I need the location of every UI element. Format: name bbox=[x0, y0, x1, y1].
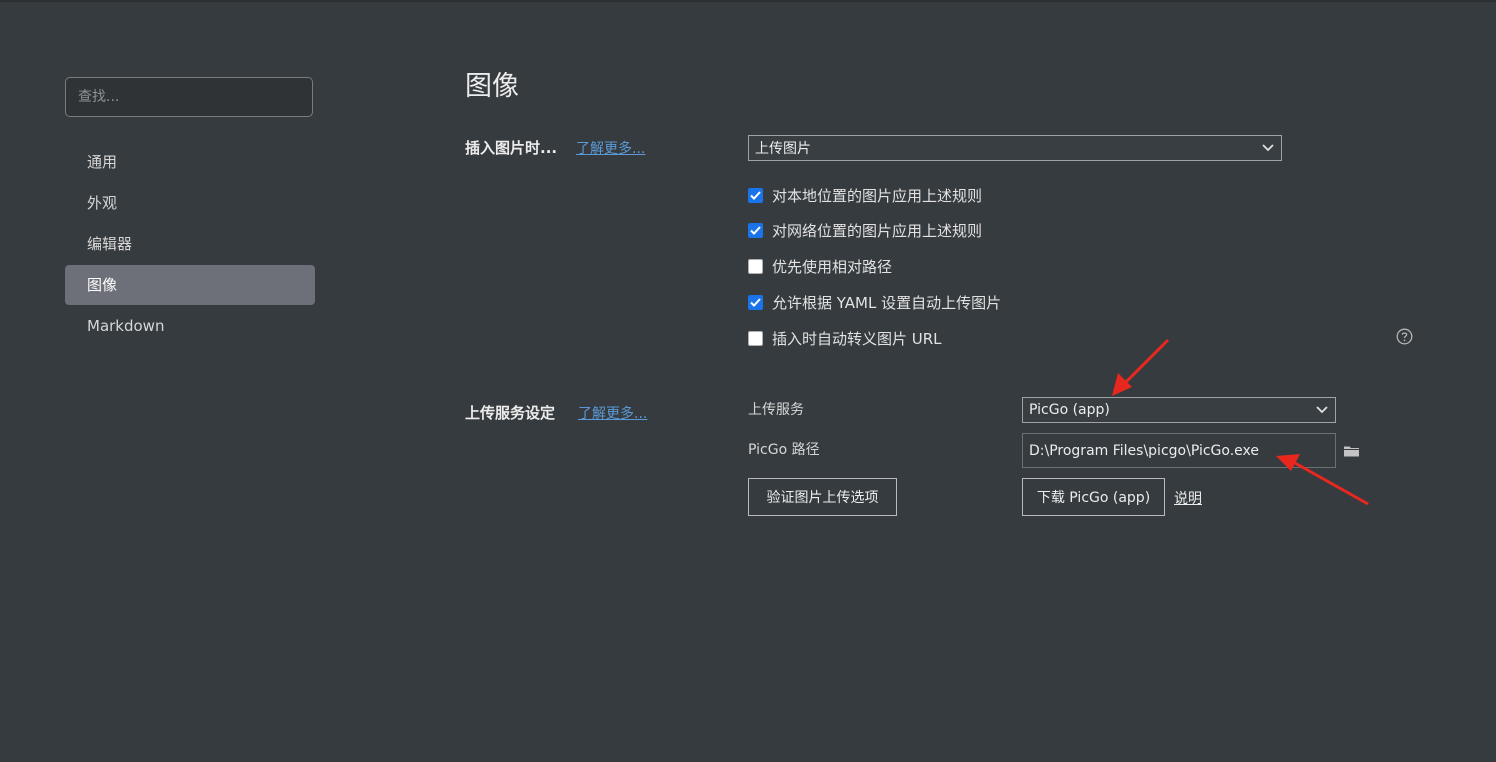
option-label: 插入时自动转义图片 URL bbox=[772, 329, 942, 348]
insert-learn-more-link[interactable]: 了解更多... bbox=[576, 138, 645, 158]
page-title: 图像 bbox=[465, 71, 519, 102]
checkbox-checked[interactable] bbox=[748, 294, 763, 310]
window-top-border bbox=[0, 0, 1496, 2]
option-label: 对本地位置的图片应用上述规则 bbox=[772, 186, 983, 205]
option-apply-network[interactable]: 对网络位置的图片应用上述规则 bbox=[748, 220, 982, 240]
picgo-path-input[interactable] bbox=[1022, 433, 1336, 468]
insert-section-label: 插入图片时... bbox=[465, 139, 558, 157]
check-icon bbox=[750, 297, 761, 307]
checkbox-unchecked[interactable] bbox=[748, 258, 763, 274]
checkbox-checked[interactable] bbox=[748, 187, 763, 203]
option-relative-path[interactable]: 优先使用相对路径 bbox=[748, 256, 892, 276]
sidebar-item-markdown[interactable]: Markdown bbox=[65, 306, 315, 346]
search-input[interactable] bbox=[65, 77, 313, 117]
check-icon bbox=[750, 225, 761, 235]
upload-learn-more-link[interactable]: 了解更多... bbox=[578, 403, 647, 423]
folder-icon[interactable] bbox=[1343, 444, 1360, 458]
help-link[interactable]: 说明 bbox=[1174, 488, 1202, 508]
insert-action-value: 上传图片 bbox=[755, 141, 811, 157]
upload-service-value: PicGo (app) bbox=[1029, 402, 1110, 418]
sidebar-item-image[interactable]: 图像 bbox=[65, 265, 315, 305]
option-apply-local[interactable]: 对本地位置的图片应用上述规则 bbox=[748, 185, 982, 205]
insert-action-select[interactable]: 上传图片 bbox=[748, 135, 1282, 161]
option-label: 对网络位置的图片应用上述规则 bbox=[772, 221, 983, 240]
upload-service-select[interactable]: PicGo (app) bbox=[1022, 397, 1336, 423]
upload-service-label: 上传服务 bbox=[748, 402, 804, 418]
verify-upload-button[interactable]: 验证图片上传选项 bbox=[748, 478, 897, 516]
option-label: 允许根据 YAML 设置自动上传图片 bbox=[772, 293, 1002, 312]
option-label: 优先使用相对路径 bbox=[772, 257, 893, 276]
chevron-down-icon bbox=[1262, 144, 1274, 152]
chevron-down-icon bbox=[1316, 406, 1328, 414]
sidebar-item-appearance[interactable]: 外观 bbox=[65, 183, 315, 223]
picgo-path-label: PicGo 路径 bbox=[748, 442, 820, 458]
option-yaml-auto-upload[interactable]: 允许根据 YAML 设置自动上传图片 bbox=[748, 292, 1001, 312]
sidebar-item-general[interactable]: 通用 bbox=[65, 142, 315, 182]
download-picgo-button[interactable]: 下载 PicGo (app) bbox=[1022, 478, 1165, 516]
checkbox-checked[interactable] bbox=[748, 222, 763, 238]
help-icon[interactable] bbox=[1396, 328, 1413, 345]
checkbox-unchecked[interactable] bbox=[748, 330, 763, 346]
annotation-arrow-icon bbox=[1112, 338, 1170, 396]
upload-section-label: 上传服务设定 bbox=[465, 404, 556, 422]
check-icon bbox=[750, 190, 761, 200]
option-escape-url[interactable]: 插入时自动转义图片 URL bbox=[748, 328, 942, 348]
sidebar-item-editor[interactable]: 编辑器 bbox=[65, 224, 315, 264]
